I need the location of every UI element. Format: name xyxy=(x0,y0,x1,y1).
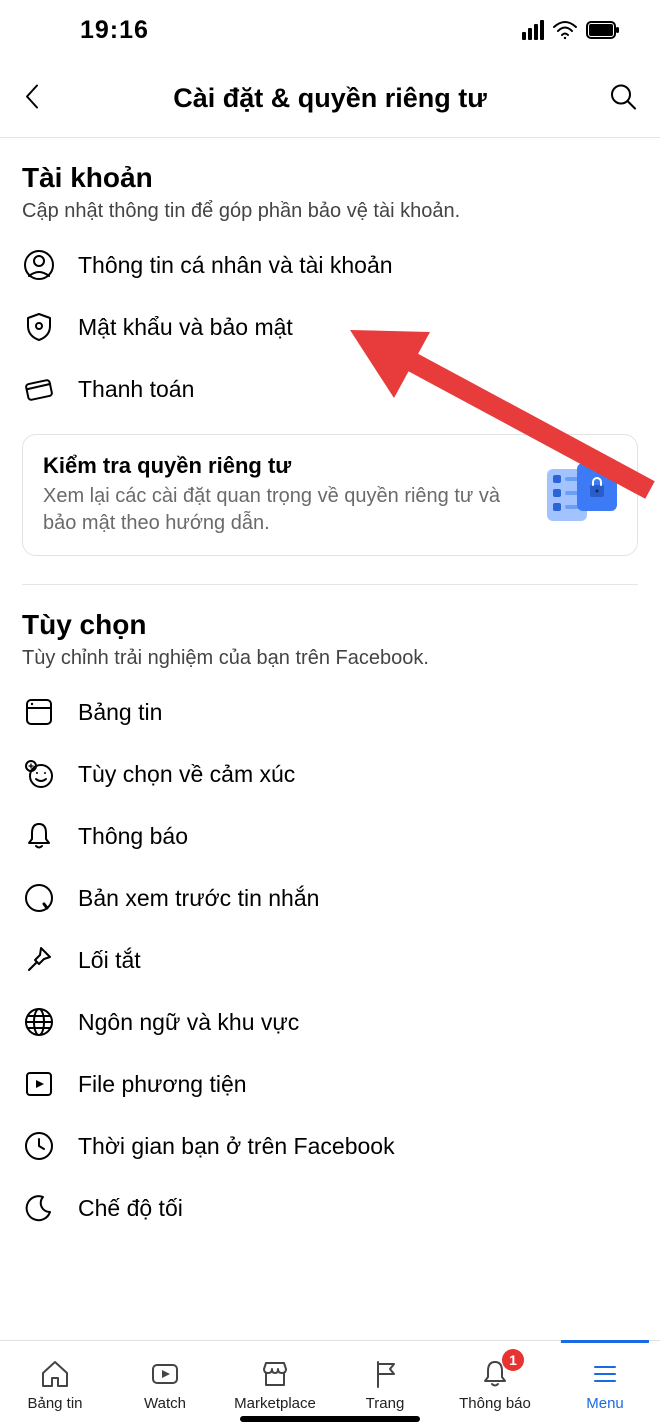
row-language[interactable]: Ngôn ngữ và khu vực xyxy=(22,991,638,1053)
row-notifications[interactable]: Thông báo xyxy=(22,805,638,867)
row-label: Thanh toán xyxy=(78,376,194,403)
row-label: File phương tiện xyxy=(78,1071,247,1098)
privacy-checkup-card[interactable]: Kiểm tra quyền riêng tư Xem lại các cài … xyxy=(22,434,638,556)
row-label: Thông tin cá nhân và tài khoản xyxy=(78,252,393,279)
tab-bar: Bảng tin Watch Marketplace Trang 1 Thông… xyxy=(0,1340,660,1428)
tab-notifications[interactable]: 1 Thông báo xyxy=(440,1341,550,1428)
tab-label: Watch xyxy=(144,1395,186,1412)
feed-icon xyxy=(22,695,56,729)
status-icons xyxy=(522,20,620,40)
row-time-on-facebook[interactable]: Thời gian bạn ở trên Facebook xyxy=(22,1115,638,1177)
search-button[interactable] xyxy=(608,81,638,116)
section-prefs-title: Tùy chọn xyxy=(22,609,638,641)
card-icon xyxy=(22,372,56,406)
row-media[interactable]: File phương tiện xyxy=(22,1053,638,1115)
section-prefs-subtitle: Tùy chỉnh trải nghiệm của bạn trên Faceb… xyxy=(22,645,638,671)
row-personal-info[interactable]: Thông tin cá nhân và tài khoản xyxy=(22,234,638,296)
content-scroll[interactable]: Tài khoản Cập nhật thông tin để góp phần… xyxy=(0,138,660,1340)
tab-label: Bảng tin xyxy=(27,1395,82,1412)
clock-icon xyxy=(22,1129,56,1163)
section-account-subtitle: Cập nhật thông tin để góp phần bảo vệ tà… xyxy=(22,198,638,224)
row-password-security[interactable]: Mật khẩu và bảo mật xyxy=(22,296,638,358)
person-icon xyxy=(22,248,56,282)
battery-icon xyxy=(586,21,620,39)
tab-label: Marketplace xyxy=(234,1395,316,1412)
section-account-title: Tài khoản xyxy=(22,162,638,194)
section-divider xyxy=(22,584,638,585)
privacy-illustration xyxy=(547,463,617,527)
nav-header: Cài đặt & quyền riêng tư xyxy=(0,60,660,138)
row-dark-mode[interactable]: Chế độ tối xyxy=(22,1177,638,1239)
notification-badge: 1 xyxy=(502,1349,524,1371)
globe-icon xyxy=(22,1005,56,1039)
row-label: Thời gian bạn ở trên Facebook xyxy=(78,1133,395,1160)
pin-icon xyxy=(22,943,56,977)
row-label: Lối tắt xyxy=(78,947,141,974)
row-label: Mật khẩu và bảo mật xyxy=(78,314,293,341)
row-newsfeed[interactable]: Bảng tin xyxy=(22,681,638,743)
card-title: Kiểm tra quyền riêng tư xyxy=(43,453,529,479)
page-title: Cài đặt & quyền riêng tư xyxy=(173,83,487,114)
reaction-icon xyxy=(22,757,56,791)
cellular-icon xyxy=(522,20,544,40)
shield-icon xyxy=(22,310,56,344)
row-label: Ngôn ngữ và khu vực xyxy=(78,1009,299,1036)
tab-pages[interactable]: Trang xyxy=(330,1341,440,1428)
moon-icon xyxy=(22,1191,56,1225)
tab-newsfeed[interactable]: Bảng tin xyxy=(0,1341,110,1428)
row-label: Bảng tin xyxy=(78,699,162,726)
row-label: Thông báo xyxy=(78,823,188,850)
row-shortcuts[interactable]: Lối tắt xyxy=(22,929,638,991)
status-bar: 19:16 xyxy=(0,0,660,60)
row-reactions[interactable]: Tùy chọn về cảm xúc xyxy=(22,743,638,805)
tab-label: Trang xyxy=(366,1395,405,1412)
wifi-icon xyxy=(552,20,578,40)
row-label: Bản xem trước tin nhắn xyxy=(78,885,319,912)
row-label: Tùy chọn về cảm xúc xyxy=(78,761,295,788)
row-message-preview[interactable]: Bản xem trước tin nhắn xyxy=(22,867,638,929)
row-label: Chế độ tối xyxy=(78,1195,183,1222)
tab-label: Thông báo xyxy=(459,1395,531,1412)
back-button[interactable] xyxy=(22,81,44,116)
row-payments[interactable]: Thanh toán xyxy=(22,358,638,420)
status-time: 19:16 xyxy=(80,16,149,45)
tab-label: Menu xyxy=(586,1395,624,1412)
bubble-icon xyxy=(22,881,56,915)
tab-marketplace[interactable]: Marketplace xyxy=(220,1341,330,1428)
bell-icon xyxy=(22,819,56,853)
media-icon xyxy=(22,1067,56,1101)
card-subtitle: Xem lại các cài đặt quan trọng về quyền … xyxy=(43,483,529,537)
tab-menu[interactable]: Menu xyxy=(550,1341,660,1428)
tab-watch[interactable]: Watch xyxy=(110,1341,220,1428)
home-indicator xyxy=(240,1416,420,1422)
